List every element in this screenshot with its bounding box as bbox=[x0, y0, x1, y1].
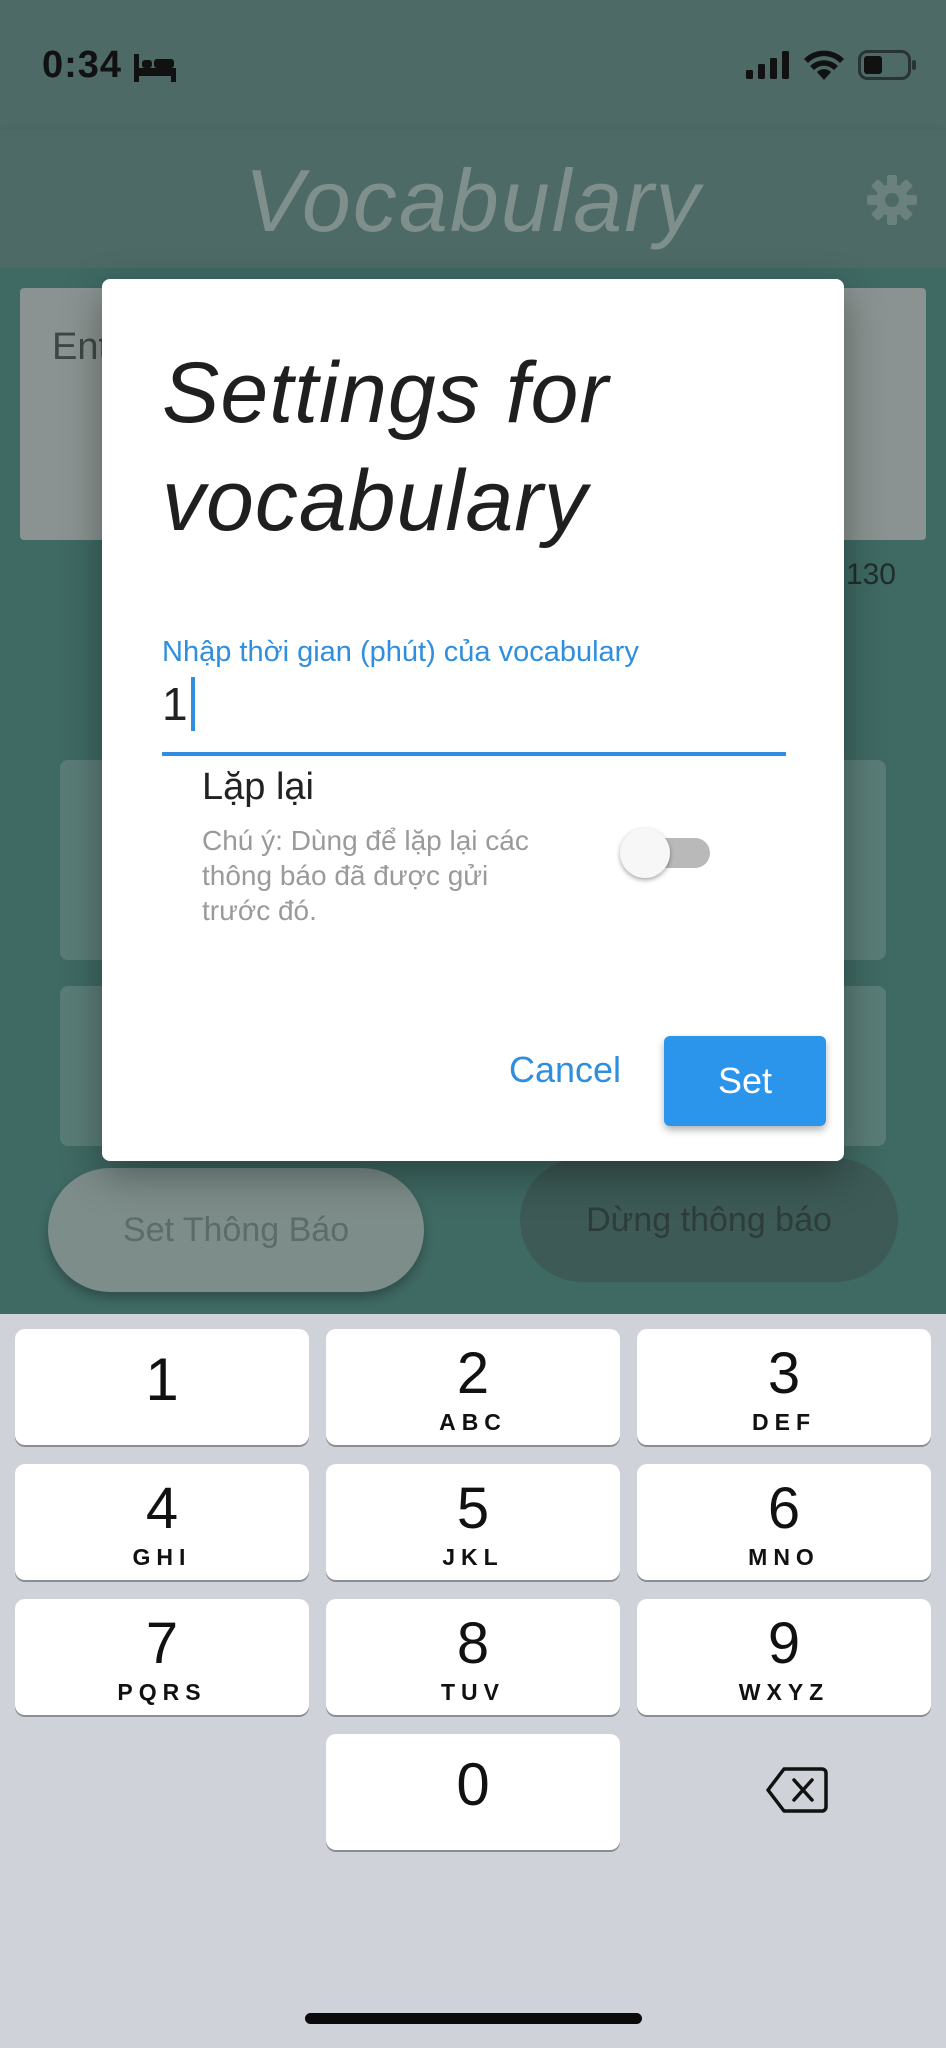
stop-notification-button[interactable]: Dừng thông báo bbox=[520, 1158, 898, 1282]
key-7-letters: PQRS bbox=[117, 1679, 207, 1705]
key-0[interactable]: 0 bbox=[326, 1734, 620, 1850]
minutes-input[interactable]: 1 bbox=[162, 677, 195, 731]
set-notification-button[interactable]: Set Thông Báo bbox=[48, 1168, 424, 1292]
cancel-button[interactable]: Cancel bbox=[490, 1035, 640, 1105]
key-2[interactable]: 2 ABC bbox=[326, 1329, 620, 1445]
key-1[interactable]: 1 bbox=[15, 1329, 309, 1445]
text-caret bbox=[190, 677, 195, 731]
signal-icon bbox=[746, 51, 789, 79]
battery-icon bbox=[858, 50, 916, 80]
key-9-digit: 9 bbox=[767, 1611, 801, 1676]
numeric-keyboard: 1 2 ABC 3 DEF 4 GHI 5 JKL 6 MNO 7 PQRS 8… bbox=[0, 1314, 946, 2048]
key-2-letters: ABC bbox=[439, 1409, 507, 1435]
minutes-input-value: 1 bbox=[162, 678, 188, 730]
key-8[interactable]: 8 TUV bbox=[326, 1599, 620, 1715]
gear-icon[interactable] bbox=[866, 174, 918, 226]
key-1-digit: 1 bbox=[145, 1346, 179, 1413]
minutes-input-underline bbox=[162, 752, 786, 756]
minutes-field-label: Nhập thời gian (phút) của vocabulary bbox=[162, 636, 639, 668]
key-5-digit: 5 bbox=[456, 1476, 490, 1541]
backspace-icon[interactable] bbox=[766, 1766, 828, 1814]
repeat-toggle-thumb bbox=[620, 828, 670, 878]
key-5[interactable]: 5 JKL bbox=[326, 1464, 620, 1580]
repeat-toggle[interactable] bbox=[620, 822, 712, 882]
key-6-letters: MNO bbox=[748, 1544, 820, 1570]
status-bar: 0:34 bbox=[0, 0, 946, 130]
app-bar: Vocabulary bbox=[0, 130, 946, 268]
vocabulary-counter: 130 bbox=[845, 558, 896, 591]
dialog-title: Settings for vocabulary bbox=[162, 345, 609, 549]
key-7[interactable]: 7 PQRS bbox=[15, 1599, 309, 1715]
key-9[interactable]: 9 WXYZ bbox=[637, 1599, 931, 1715]
repeat-switch-subtitle: Chú ý: Dùng để lặp lại các thông báo đã … bbox=[202, 825, 529, 926]
key-3[interactable]: 3 DEF bbox=[637, 1329, 931, 1445]
key-8-digit: 8 bbox=[456, 1611, 490, 1676]
app-title: Vocabulary bbox=[244, 151, 702, 250]
key-6[interactable]: 6 MNO bbox=[637, 1464, 931, 1580]
bed-icon bbox=[134, 54, 176, 82]
set-button[interactable]: Set bbox=[664, 1036, 826, 1126]
home-indicator[interactable] bbox=[305, 2013, 642, 2024]
wifi-icon bbox=[804, 50, 844, 80]
key-2-digit: 2 bbox=[456, 1341, 490, 1406]
repeat-switch-title: Lặp lại bbox=[202, 766, 314, 808]
key-9-letters: WXYZ bbox=[738, 1679, 830, 1705]
key-4-digit: 4 bbox=[145, 1476, 179, 1541]
key-8-letters: TUV bbox=[441, 1679, 505, 1705]
key-4-letters: GHI bbox=[132, 1544, 192, 1570]
key-0-digit: 0 bbox=[456, 1751, 490, 1818]
vocabulary-input-hint: Ent bbox=[52, 326, 110, 368]
status-time: 0:34 bbox=[42, 44, 123, 86]
status-right bbox=[746, 50, 918, 80]
settings-dialog: Settings for vocabulary Nhập thời gian (… bbox=[102, 279, 844, 1161]
key-3-digit: 3 bbox=[767, 1341, 801, 1406]
key-3-letters: DEF bbox=[752, 1409, 816, 1435]
key-4[interactable]: 4 GHI bbox=[15, 1464, 309, 1580]
key-5-letters: JKL bbox=[442, 1544, 504, 1570]
key-7-digit: 7 bbox=[145, 1611, 179, 1676]
key-6-digit: 6 bbox=[767, 1476, 801, 1541]
